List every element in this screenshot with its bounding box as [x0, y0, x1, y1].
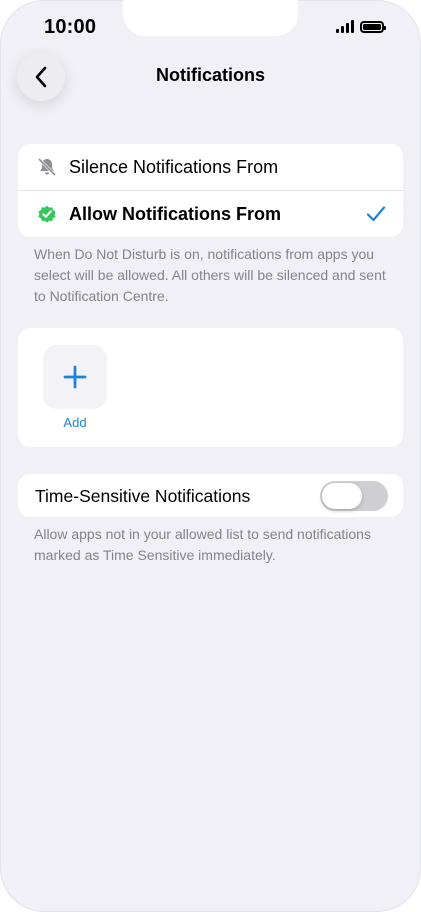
- phone-screen: 10:00 Notifications Silence Notification…: [0, 0, 421, 912]
- option-label: Silence Notifications From: [69, 156, 279, 177]
- time-sensitive-footnote: Allow apps not in your allowed list to s…: [34, 526, 371, 563]
- dynamic-island-notch: [123, 0, 298, 36]
- time-sensitive-label: Time-Sensitive Notifications: [35, 486, 251, 506]
- allowed-apps-card: Add: [18, 328, 403, 447]
- toggle-knob: [322, 483, 362, 509]
- battery-icon: [360, 20, 386, 33]
- page-title: Notifications: [155, 65, 265, 85]
- add-app-label[interactable]: Add: [43, 415, 107, 430]
- add-app-button[interactable]: [43, 345, 107, 409]
- option-silence-notifications[interactable]: Silence Notifications From: [18, 144, 403, 190]
- bell-slash-icon: [38, 158, 56, 176]
- notification-mode-card: Silence Notifications From Allow Notific…: [18, 144, 403, 237]
- plus-icon: [63, 365, 87, 389]
- cellular-signal-icon: [336, 20, 354, 33]
- status-time: 10:00: [44, 16, 97, 38]
- checkmark-seal-icon: [38, 205, 56, 223]
- option-label: Allow Notifications From: [69, 203, 282, 224]
- time-sensitive-row: Time-Sensitive Notifications: [18, 474, 403, 517]
- options-footnote: When Do Not Disturb is on, notifications…: [34, 246, 386, 304]
- status-icons: [336, 20, 386, 33]
- time-sensitive-toggle[interactable]: [320, 481, 388, 511]
- option-allow-notifications[interactable]: Allow Notifications From: [18, 191, 403, 237]
- checkmark-icon: [366, 206, 386, 222]
